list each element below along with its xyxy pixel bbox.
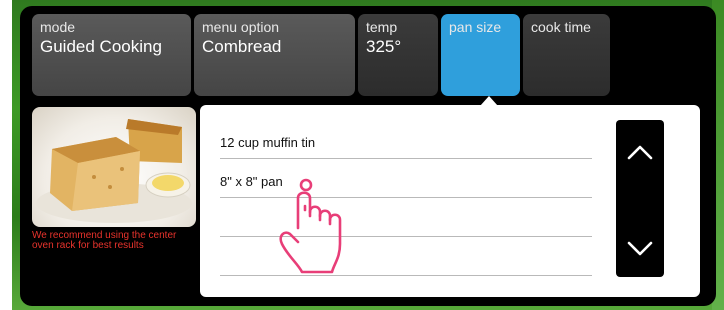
tab-menu-option-label: menu option xyxy=(202,19,280,35)
tab-mode-label: mode xyxy=(40,19,76,35)
list-item-label: 12 cup muffin tin xyxy=(220,135,316,150)
chevron-down-icon xyxy=(627,241,653,256)
tab-menu-option-value: Combread xyxy=(202,37,282,56)
pan-size-list: 12 cup muffin tin 8" x 8" pan xyxy=(200,105,700,297)
tab-temp-value: 325° xyxy=(366,37,402,56)
tab-menu-option[interactable]: menu option Combread xyxy=(194,14,355,96)
tab-temp-label: temp xyxy=(366,19,398,35)
tab-cook-time[interactable]: cook time xyxy=(523,14,610,96)
tab-mode[interactable]: mode Guided Cooking xyxy=(32,14,191,96)
list-item[interactable]: 12 cup muffin tin xyxy=(220,121,592,159)
scroll-control xyxy=(616,120,664,277)
rack-recommendation: We recommend using the center oven rack … xyxy=(32,230,177,251)
list-item-label: 8" x 8" pan xyxy=(220,174,283,189)
scroll-down-button[interactable] xyxy=(616,224,664,272)
tab-cook-time-label: cook time xyxy=(531,19,591,35)
tap-hand-icon xyxy=(279,178,342,274)
tab-temp[interactable]: temp 325° xyxy=(358,14,438,96)
tab-mode-value: Guided Cooking xyxy=(40,37,162,56)
cornbread-illustration xyxy=(36,119,192,223)
cornbread-photo xyxy=(32,107,196,227)
tab-pan-size[interactable]: pan size xyxy=(441,14,520,96)
chevron-up-icon xyxy=(627,145,653,160)
scroll-up-button[interactable] xyxy=(616,128,664,176)
tab-pan-size-label: pan size xyxy=(449,19,502,35)
